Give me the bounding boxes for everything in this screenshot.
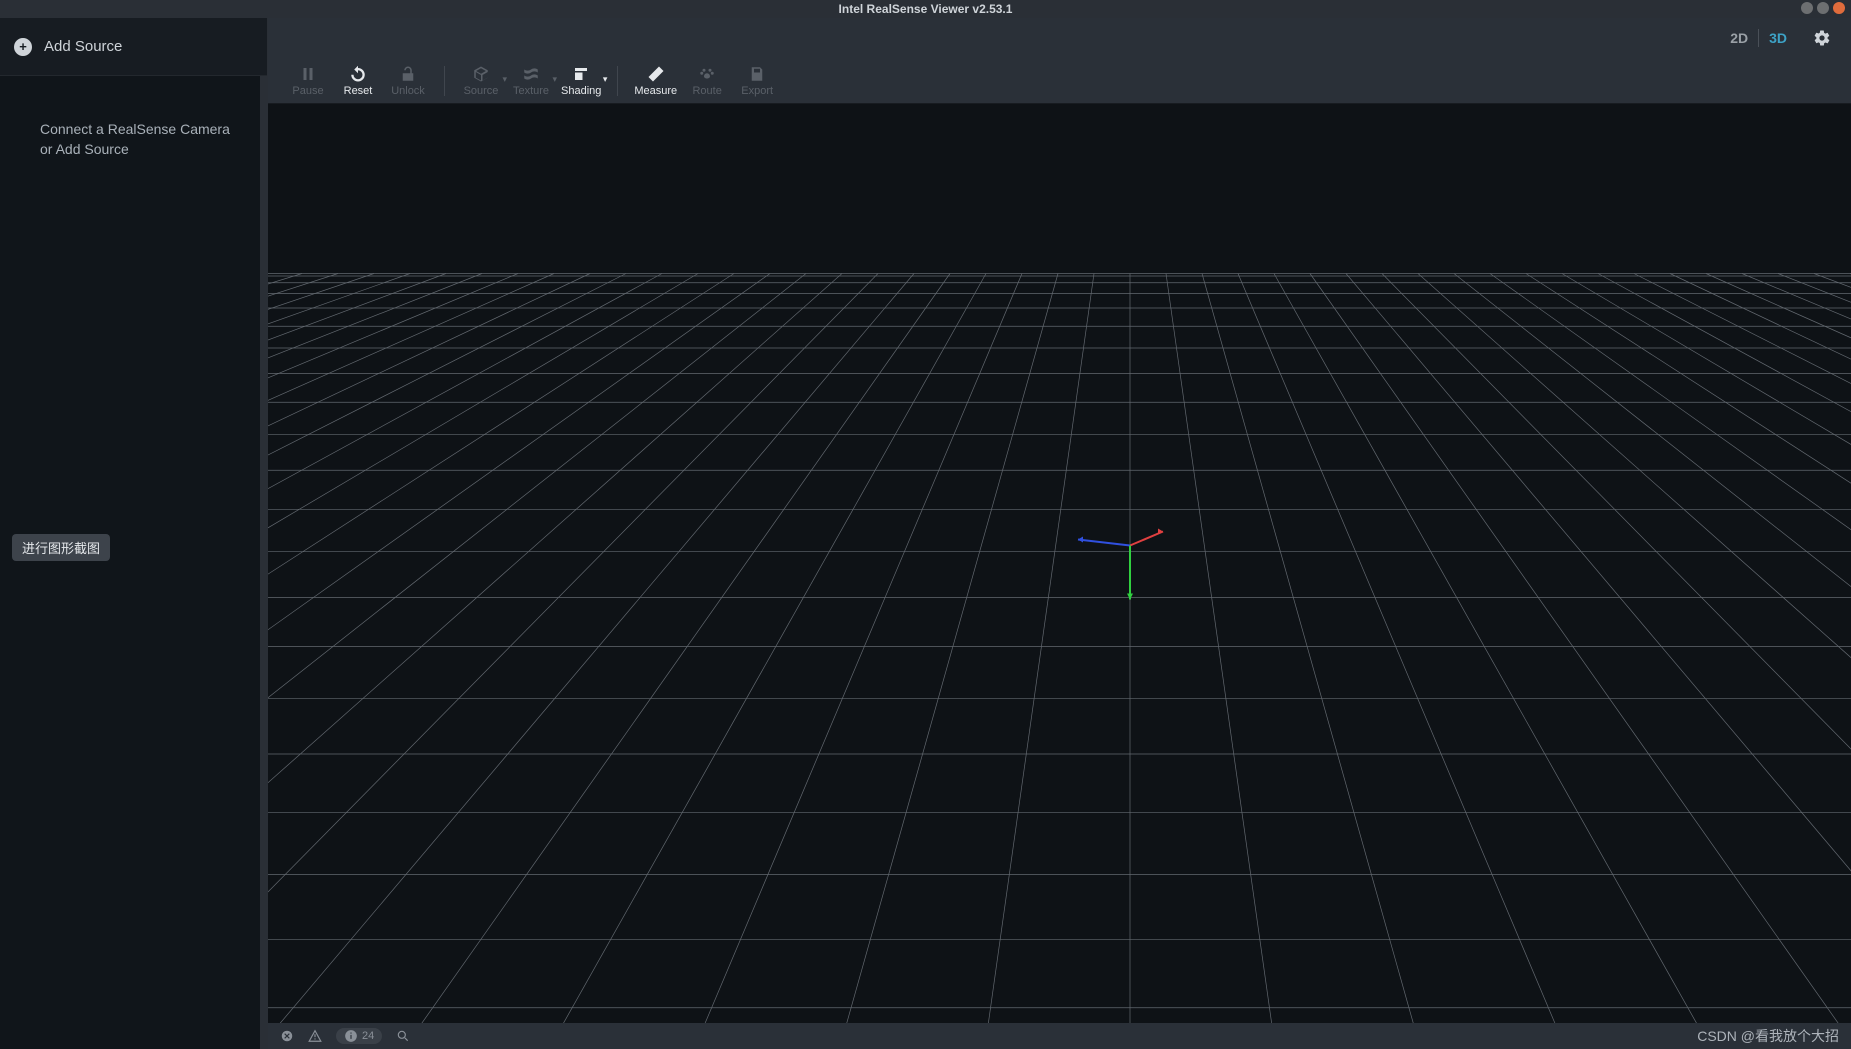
watermark: CSDN @看我放个大招: [1697, 1026, 1839, 1046]
chevron-down-icon: ▾: [603, 74, 608, 85]
bottombar-left: 24: [280, 1028, 410, 1044]
connect-line-2: or Add Source: [40, 140, 247, 160]
source-label: Source: [464, 85, 499, 97]
add-source-label: Add Source: [44, 38, 122, 55]
bottombar: 24 CSDN @看我放个大招: [268, 1023, 1851, 1049]
minimize-button[interactable]: [1801, 2, 1813, 14]
view-3d-button[interactable]: 3D: [1759, 26, 1797, 50]
reset-icon: [349, 65, 367, 83]
main-area: 2D 3D Pause Reset Unlock Source: [268, 18, 1851, 1049]
toolbar: Pause Reset Unlock Source ▾ Texture ▾: [268, 58, 1851, 104]
export-label: Export: [741, 85, 773, 97]
reset-label: Reset: [344, 85, 373, 97]
shading-icon: [572, 65, 590, 83]
connect-message: Connect a RealSense Camera or Add Source: [0, 76, 267, 159]
gear-icon[interactable]: [1813, 29, 1831, 47]
export-button[interactable]: Export: [733, 60, 781, 102]
info-icon: [344, 1029, 358, 1043]
cube-icon: [472, 65, 490, 83]
window-controls: [1801, 2, 1845, 14]
measure-label: Measure: [634, 85, 677, 97]
lock-icon: [399, 65, 417, 83]
route-label: Route: [692, 85, 721, 97]
warning-icon[interactable]: [308, 1029, 322, 1043]
view-toggle: 2D 3D: [1720, 26, 1797, 50]
toolbar-separator-2: [617, 66, 618, 96]
shading-button[interactable]: Shading ▾: [557, 60, 605, 102]
sidebar: + Add Source Connect a RealSense Camera …: [0, 18, 268, 1049]
pause-icon: [299, 65, 317, 83]
texture-icon: [522, 65, 540, 83]
reset-button[interactable]: Reset: [334, 60, 382, 102]
search-icon[interactable]: [396, 1029, 410, 1043]
sidebar-scrollbar[interactable]: [260, 76, 267, 1049]
close-button[interactable]: [1833, 2, 1845, 14]
plus-circle-icon: +: [14, 38, 32, 56]
pause-button[interactable]: Pause: [284, 60, 332, 102]
3d-viewport[interactable]: [268, 104, 1851, 1023]
info-count: 24: [362, 1030, 374, 1042]
measure-button[interactable]: Measure: [630, 60, 681, 102]
titlebar: Intel RealSense Viewer v2.53.1: [0, 0, 1851, 18]
unlock-label: Unlock: [391, 85, 425, 97]
screenshot-tooltip: 进行图形截图: [12, 534, 110, 561]
viewport-svg: [268, 104, 1851, 1023]
texture-label: Texture: [513, 85, 549, 97]
connect-line-1: Connect a RealSense Camera: [40, 120, 247, 140]
route-button[interactable]: Route: [683, 60, 731, 102]
topbar: 2D 3D: [268, 18, 1851, 58]
save-icon: [748, 65, 766, 83]
info-count-pill[interactable]: 24: [336, 1028, 382, 1044]
add-source-button[interactable]: + Add Source: [0, 18, 267, 76]
ruler-icon: [647, 65, 665, 83]
shading-label: Shading: [561, 85, 601, 97]
paw-icon: [698, 65, 716, 83]
maximize-button[interactable]: [1817, 2, 1829, 14]
view-2d-button[interactable]: 2D: [1720, 26, 1758, 50]
window-title: Intel RealSense Viewer v2.53.1: [839, 2, 1013, 16]
toolbar-separator-1: [444, 66, 445, 96]
unlock-button[interactable]: Unlock: [384, 60, 432, 102]
source-button[interactable]: Source ▾: [457, 60, 505, 102]
pause-label: Pause: [292, 85, 323, 97]
clear-icon[interactable]: [280, 1029, 294, 1043]
texture-button[interactable]: Texture ▾: [507, 60, 555, 102]
